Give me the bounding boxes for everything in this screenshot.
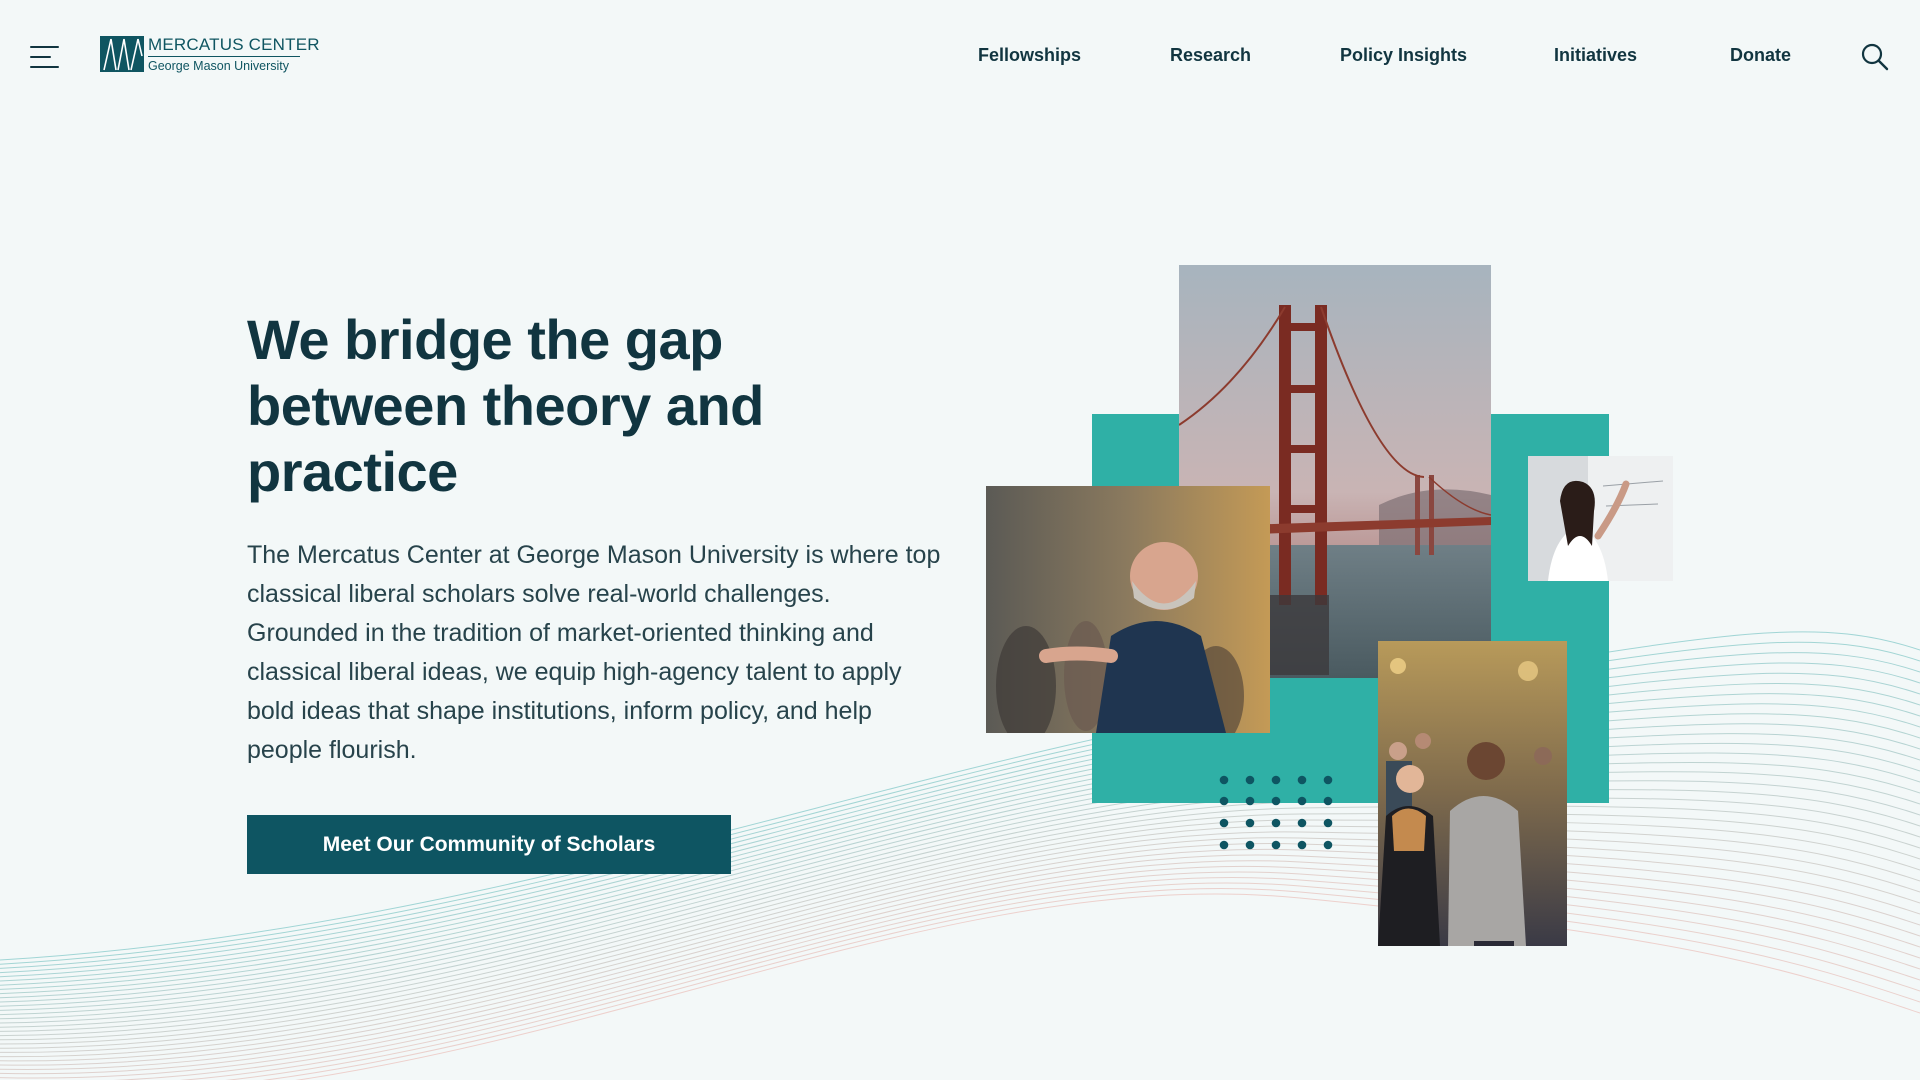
speaker-photo xyxy=(986,486,1270,733)
meet-scholars-button[interactable]: Meet Our Community of Scholars xyxy=(247,815,731,874)
nav-link-donate[interactable]: Donate xyxy=(1730,45,1791,66)
hero-title: We bridge the gap between theory and pra… xyxy=(247,308,764,503)
search-icon[interactable] xyxy=(1860,42,1890,72)
nav-link-initiatives[interactable]: Initiatives xyxy=(1554,45,1637,66)
decorative-dot-grid xyxy=(1219,775,1333,850)
nav-link-research[interactable]: Research xyxy=(1170,45,1251,66)
whiteboard-photo xyxy=(1528,456,1673,581)
nav-link-fellowships[interactable]: Fellowships xyxy=(978,45,1081,66)
event-photo xyxy=(1378,641,1567,946)
site-header: MERCATUS CENTER George Mason University … xyxy=(0,0,1920,115)
nav-link-policy-insights[interactable]: Policy Insights xyxy=(1340,45,1467,66)
main-navigation: Fellowships Research Policy Insights Ini… xyxy=(0,45,1920,69)
hero-description: The Mercatus Center at George Mason Univ… xyxy=(247,541,941,764)
